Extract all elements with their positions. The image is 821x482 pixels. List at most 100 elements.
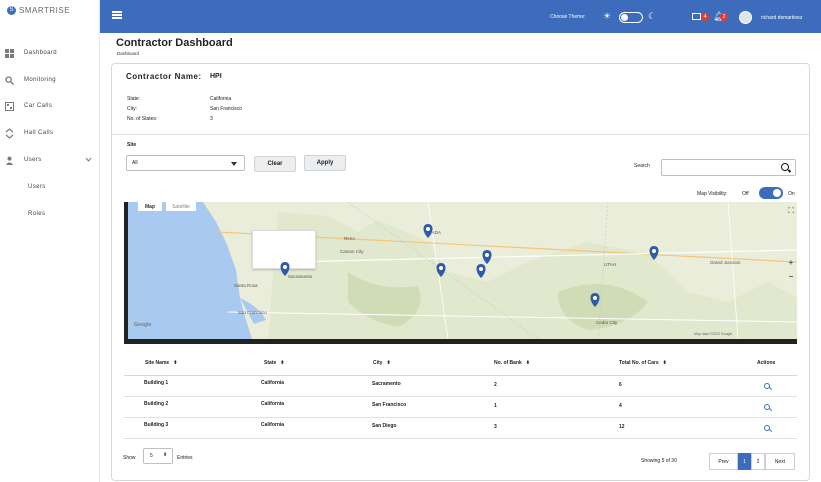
moon-icon: ☾ xyxy=(648,11,657,21)
table-row xyxy=(124,397,797,418)
sort-icon[interactable]: ⬍ xyxy=(526,360,530,366)
map-place-label: Carson City xyxy=(340,249,364,254)
map-place-label: Sacramento xyxy=(288,274,313,279)
column-header-label: City xyxy=(373,360,383,366)
chevron-down-icon xyxy=(85,157,92,164)
search-icon[interactable] xyxy=(781,163,789,171)
page-1-button[interactable]: 1 xyxy=(738,453,751,470)
menu-icon[interactable] xyxy=(112,11,122,19)
sidebar-item-label: Users xyxy=(24,157,42,163)
map-visibility-toggle[interactable] xyxy=(759,187,783,199)
sun-icon: ☀ xyxy=(603,11,612,21)
divider xyxy=(112,134,809,135)
mail-badge: 4 xyxy=(701,13,709,21)
page-2-button[interactable]: 2 xyxy=(751,453,765,470)
view-icon[interactable] xyxy=(764,383,770,389)
top-bar: Choose Theme: ☀ ☾ 4 🔔︎ 2 richard demarti… xyxy=(100,0,821,33)
sort-icon[interactable]: ⬍ xyxy=(280,360,284,366)
satellite-tab[interactable]: Satellite xyxy=(166,202,196,211)
search-icon xyxy=(4,75,14,85)
cell-no-of-bank: 1 xyxy=(494,403,497,409)
table-header xyxy=(124,351,797,376)
map-place-label: UTAH xyxy=(604,262,616,267)
sidebar-item-car-calls[interactable]: Car Calls xyxy=(0,99,100,113)
sidebar-item-users[interactable]: Users xyxy=(0,153,100,167)
sidebar-item-label: Hall Calls xyxy=(24,130,54,136)
sort-icon[interactable]: ⬍ xyxy=(173,360,177,366)
cell-state: California xyxy=(261,422,285,428)
site-select[interactable]: All xyxy=(126,155,245,171)
map-tab[interactable]: Map xyxy=(138,202,162,211)
map[interactable]: Map Satellite EVADA UTAH Sacramento Sant… xyxy=(124,202,797,344)
notification-badge: 2 xyxy=(720,13,728,21)
column-header-site-name[interactable]: Site Name ⬍ xyxy=(145,360,177,366)
column-header-city[interactable]: City ⬍ xyxy=(373,360,391,366)
zoom-out-icon[interactable]: − xyxy=(787,272,795,281)
dashboard-icon xyxy=(4,48,14,58)
logo-icon: S xyxy=(7,5,16,15)
sidebar: S SMARTRISE Dashboard Monitoring Car Cal… xyxy=(0,0,100,482)
state-value: California xyxy=(210,96,232,102)
column-header-label: State xyxy=(264,360,277,366)
column-header-state[interactable]: State ⬍ xyxy=(264,360,284,366)
stepper-icon[interactable]: ⬍ xyxy=(163,452,167,458)
showing-text: Showing 5 of 30 xyxy=(641,458,677,464)
cell-total-cars: 4 xyxy=(619,403,622,409)
column-header-actions: Actions xyxy=(757,360,776,366)
sidebar-item-label: Roles xyxy=(28,211,46,217)
table-row xyxy=(124,418,797,439)
zoom-in-icon[interactable]: + xyxy=(787,258,795,267)
cell-site-name: Building 2 xyxy=(144,401,169,407)
contractor-name-value: HPI xyxy=(210,73,222,80)
up-down-icon xyxy=(4,127,14,139)
user-icon xyxy=(4,155,14,165)
cell-site-name: Building 3 xyxy=(144,422,169,428)
next-button[interactable]: Next xyxy=(765,453,795,470)
cell-no-of-bank: 2 xyxy=(494,382,497,388)
page-title: Contractor Dashboard xyxy=(116,37,233,49)
view-icon[interactable] xyxy=(764,404,770,410)
avatar[interactable] xyxy=(739,11,752,24)
map-info-popup xyxy=(252,230,316,269)
theme-toggle[interactable] xyxy=(619,12,643,23)
cell-city: San Diego xyxy=(372,423,397,429)
clear-button[interactable]: Clear xyxy=(254,156,296,172)
map-place-label: Grand Junction xyxy=(710,260,741,265)
sidebar-item-label: Users xyxy=(28,184,46,190)
sidebar-item-label: Dashboard xyxy=(24,50,57,56)
column-header-label: Total No. of Cars xyxy=(619,360,659,366)
cell-total-cars: 12 xyxy=(619,424,625,430)
map-place-label: Cedar City xyxy=(596,320,618,325)
fullscreen-icon[interactable]: ⛶ xyxy=(787,206,795,215)
map-credit: Map data ©2023 Google xyxy=(694,332,733,336)
cell-no-of-bank: 3 xyxy=(494,424,497,430)
map-place-label: Reno xyxy=(344,236,355,241)
car-calls-icon xyxy=(4,101,14,111)
search-input[interactable] xyxy=(661,159,796,176)
sort-icon[interactable]: ⬍ xyxy=(386,360,390,366)
mail-icon[interactable] xyxy=(692,13,701,20)
breadcrumb[interactable]: Dashboard xyxy=(117,51,139,56)
sidebar-item-hall-calls[interactable]: Hall Calls xyxy=(0,126,100,140)
logo-text: SMARTRISE xyxy=(19,5,71,15)
apply-button[interactable]: Apply xyxy=(304,155,346,171)
cell-city: Sacramento xyxy=(372,381,401,387)
sidebar-item-monitoring[interactable]: Monitoring xyxy=(0,73,100,87)
column-header-label: Site Name xyxy=(145,360,170,366)
map-place-label: San Francisco xyxy=(238,310,267,315)
sidebar-subitem-users[interactable]: Users xyxy=(0,180,100,194)
prev-button[interactable]: Prev xyxy=(709,453,738,470)
cell-state: California xyxy=(261,401,285,407)
sort-icon[interactable]: ⬍ xyxy=(663,360,667,366)
map-background xyxy=(128,202,797,339)
column-header-total-cars[interactable]: Total No. of Cars ⬍ xyxy=(619,360,667,366)
entries-select[interactable]: 5 ⬍ xyxy=(143,448,173,464)
user-name[interactable]: richard demartinez xyxy=(761,15,802,21)
view-icon[interactable] xyxy=(764,425,770,431)
sidebar-item-dashboard[interactable]: Dashboard xyxy=(0,46,100,60)
google-logo: Google xyxy=(134,322,152,328)
cell-site-name: Building 1 xyxy=(144,380,169,386)
sidebar-subitem-roles[interactable]: Roles xyxy=(0,207,100,221)
cell-total-cars: 6 xyxy=(619,382,622,388)
column-header-no-of-bank[interactable]: No. of Bank ⬍ xyxy=(494,360,530,366)
